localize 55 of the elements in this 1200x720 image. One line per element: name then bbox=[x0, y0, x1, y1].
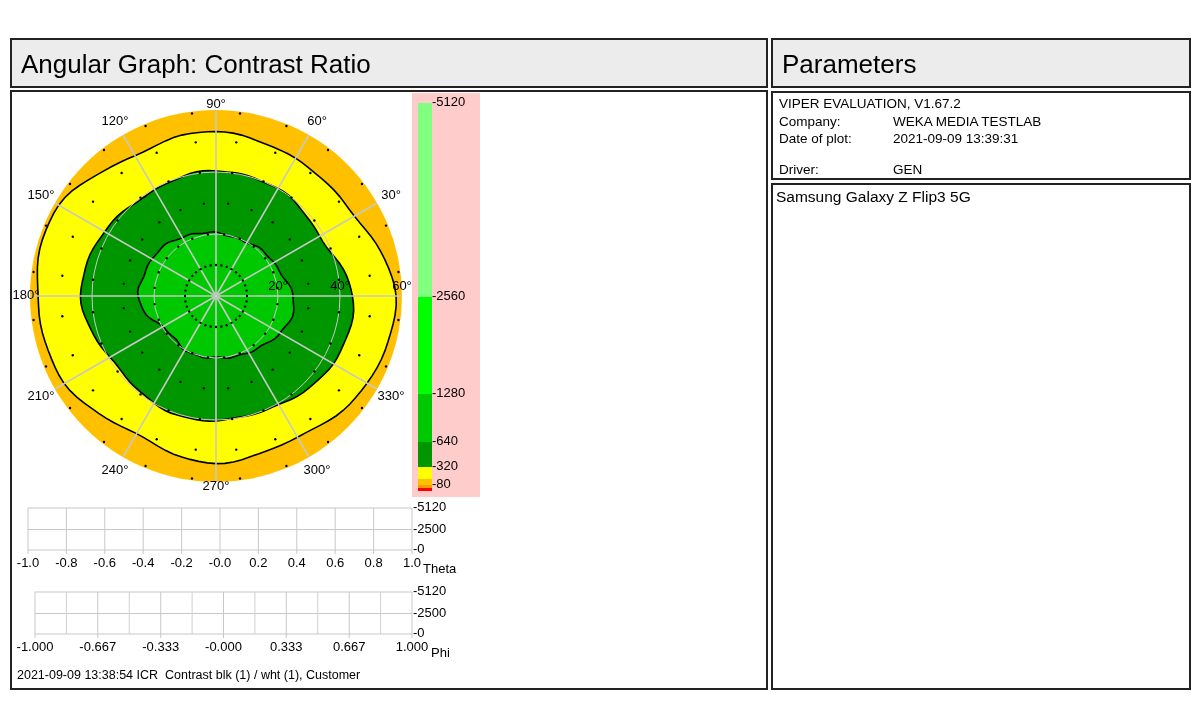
angle-label: 240° bbox=[101, 461, 129, 477]
software-version: VIPER EVALUATION, V1.67.2 bbox=[779, 95, 962, 113]
angle-label: 60° bbox=[307, 113, 327, 129]
field-label: Date of plot: bbox=[779, 130, 853, 148]
color-scale-label: -2560 bbox=[432, 288, 466, 304]
axis-tick-label: -5120 bbox=[413, 500, 447, 515]
axis-tick-label: -0.0 bbox=[208, 555, 232, 571]
field-label: Driver: bbox=[779, 160, 820, 178]
axis-title: Theta bbox=[423, 561, 457, 577]
axis-tick-label: -0.333 bbox=[142, 639, 180, 655]
angle-label: 30° bbox=[381, 186, 401, 202]
field-label: Company: bbox=[779, 112, 842, 130]
device-name: Samsung Galaxy Z Flip3 5G bbox=[776, 188, 971, 205]
axis-tick-label: -0.8 bbox=[55, 555, 78, 571]
axis-tick-label: -0.6 bbox=[93, 555, 116, 571]
field-value: GEN bbox=[893, 160, 923, 178]
axis-tick-label: -0.667 bbox=[79, 639, 117, 655]
axis-tick-label: -0 bbox=[413, 625, 425, 641]
axis-tick-label: -5120 bbox=[413, 583, 447, 599]
angle-label: 270° bbox=[202, 478, 230, 494]
axis-title: Phi bbox=[431, 645, 450, 661]
color-scale-label: -5120 bbox=[432, 94, 466, 110]
angle-label: 210° bbox=[27, 388, 55, 404]
field-value: WEKA MEDIA TESTLAB bbox=[893, 112, 1042, 130]
color-scale-label: -1280 bbox=[432, 385, 466, 401]
angle-label: 330° bbox=[377, 388, 405, 404]
angle-label: 300° bbox=[303, 461, 331, 477]
angle-label: 150° bbox=[27, 186, 55, 202]
color-scale-label: -640 bbox=[432, 433, 459, 449]
axis-tick-label: -0.000 bbox=[205, 639, 242, 655]
axis-tick-label: -1.0 bbox=[16, 555, 40, 571]
axis-tick-label: 0.667 bbox=[332, 639, 366, 655]
axis-tick-label: -0.2 bbox=[170, 555, 193, 571]
angle-label: 120° bbox=[101, 113, 129, 129]
axis-tick-label: -0.4 bbox=[132, 555, 155, 571]
status-text: 2021-09-09 13:38:54 ICR Contrast blk (1) / wht (1), Customer bbox=[16, 667, 362, 682]
color-scale-label: -80 bbox=[432, 476, 451, 492]
axis-tick-label: -0 bbox=[413, 541, 425, 557]
axis-tick-label: 0.4 bbox=[287, 555, 306, 571]
axis-tick-label: -1.000 bbox=[16, 639, 54, 655]
axis-tick-label: -2500 bbox=[413, 604, 447, 620]
axis-tick-label: 1.000 bbox=[395, 639, 429, 655]
panel-title: Angular Graph: Contrast Ratio bbox=[10, 38, 768, 88]
axis-tick-label: 0.6 bbox=[326, 555, 345, 571]
field-value: 2021-09-09 13:39:31 bbox=[893, 130, 1019, 148]
panel-title: Parameters bbox=[771, 38, 1191, 88]
axis-tick-label: 1.0 bbox=[402, 555, 422, 571]
axis-tick-label: -2500 bbox=[413, 520, 447, 536]
angle-label: 90° bbox=[206, 96, 226, 112]
axis-tick-label: 0.8 bbox=[364, 555, 383, 571]
angle-label: 180° bbox=[12, 287, 40, 303]
axis-tick-label: 0.333 bbox=[270, 639, 303, 655]
color-scale-label: -320 bbox=[432, 458, 459, 474]
axis-tick-label: 0.2 bbox=[249, 555, 268, 571]
radial-label: 20° bbox=[268, 278, 288, 294]
